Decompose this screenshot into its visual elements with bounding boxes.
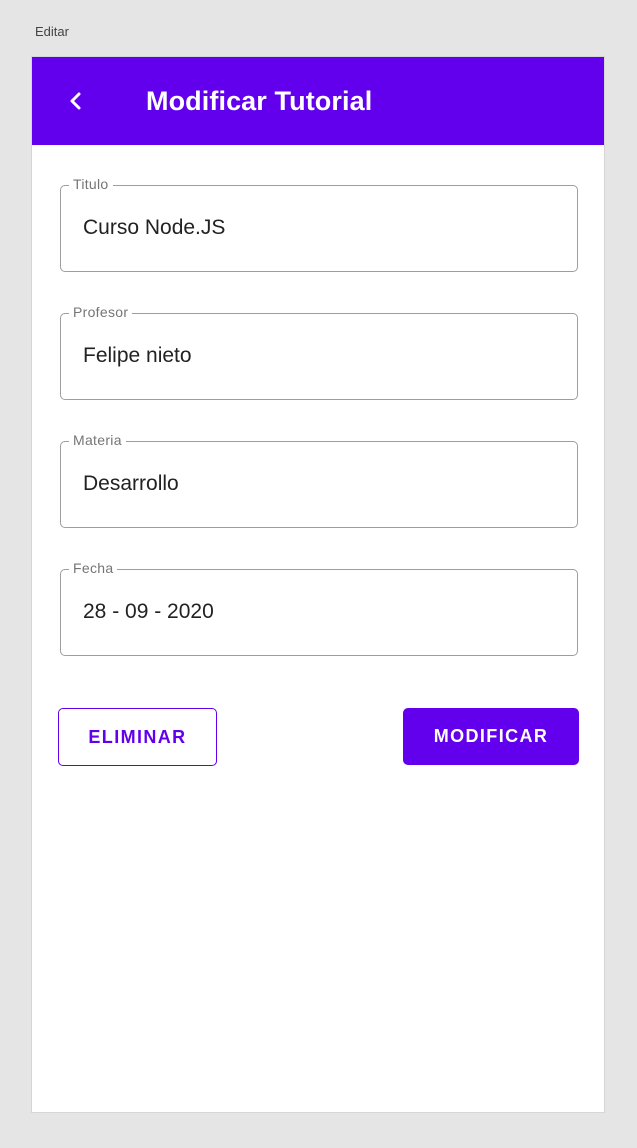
tutorial-form: Titulo Profesor Materia Fecha xyxy=(60,176,578,697)
fecha-field[interactable]: Fecha xyxy=(60,560,578,656)
profesor-label: Profesor xyxy=(69,304,133,320)
materia-field[interactable]: Materia xyxy=(60,432,578,528)
back-button[interactable] xyxy=(53,78,99,124)
delete-button[interactable]: ELIMINAR xyxy=(58,708,217,766)
artboard-label: Editar xyxy=(35,24,69,39)
chevron-left-icon xyxy=(69,91,83,111)
materia-label: Materia xyxy=(69,432,126,448)
profesor-input[interactable] xyxy=(83,344,553,368)
fecha-label: Fecha xyxy=(69,560,118,576)
form-actions: ELIMINAR MODIFICAR xyxy=(58,708,579,766)
page-title: Modificar Tutorial xyxy=(146,85,373,116)
fecha-input[interactable] xyxy=(83,600,553,624)
materia-input[interactable] xyxy=(83,472,553,496)
phone-screen: Modificar Tutorial Titulo Profesor Mater… xyxy=(32,57,604,1112)
modify-button[interactable]: MODIFICAR xyxy=(403,708,579,765)
titulo-input[interactable] xyxy=(83,216,553,240)
titulo-label: Titulo xyxy=(69,176,113,192)
app-bar: Modificar Tutorial xyxy=(32,57,604,145)
titulo-field[interactable]: Titulo xyxy=(60,176,578,272)
profesor-field[interactable]: Profesor xyxy=(60,304,578,400)
